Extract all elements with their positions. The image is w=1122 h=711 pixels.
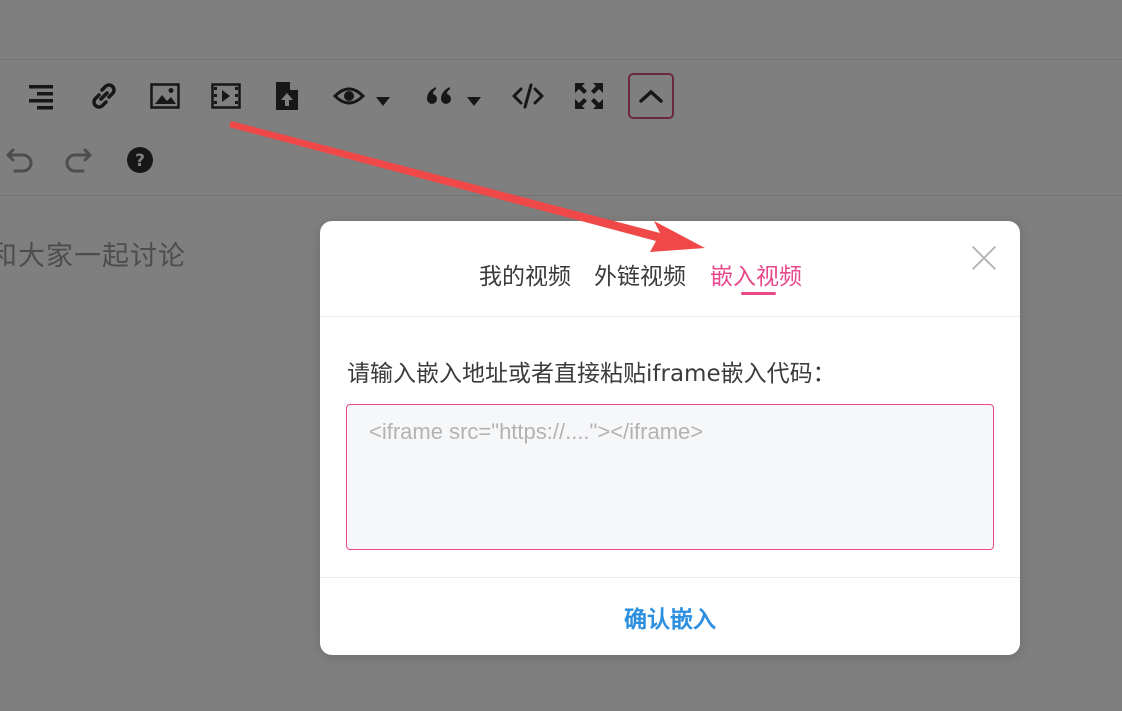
- confirm-embed-button[interactable]: 确认嵌入: [624, 600, 716, 634]
- active-tab-indicator: [741, 292, 776, 295]
- embed-prompt: 请输入嵌入地址或者直接粘贴iframe嵌入代码：: [347, 361, 836, 387]
- dialog-footer: 确认嵌入: [320, 577, 1020, 655]
- close-icon[interactable]: [969, 243, 999, 273]
- tab-embed-video[interactable]: 嵌入视频: [710, 257, 802, 291]
- tab-external-videos[interactable]: 外链视频: [594, 257, 686, 291]
- embed-video-dialog: 我的视频 外链视频 嵌入视频 请输入嵌入地址或者直接粘贴iframe嵌入代码： …: [320, 221, 1020, 655]
- video-tabs: 我的视频 外链视频 嵌入视频: [320, 221, 1020, 317]
- embed-code-input[interactable]: [346, 404, 994, 550]
- tab-my-videos[interactable]: 我的视频: [479, 257, 571, 291]
